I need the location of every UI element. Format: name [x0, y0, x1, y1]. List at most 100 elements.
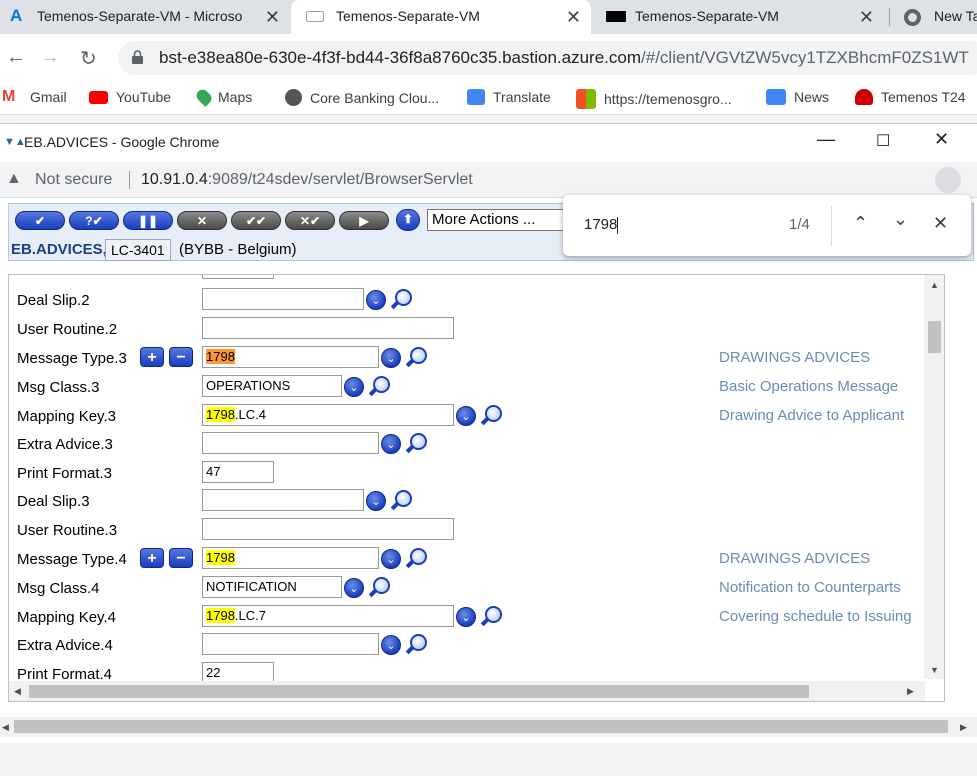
maximize-icon[interactable]: ☐ — [876, 131, 890, 151]
youtube-icon — [89, 90, 108, 104]
extra-advice-input[interactable] — [202, 633, 379, 655]
scroll-up-icon[interactable]: ▲ — [930, 280, 939, 290]
authorise-button[interactable]: ✔✔ — [231, 211, 281, 230]
user-routine-input[interactable] — [202, 518, 454, 540]
scroll-left-icon[interactable]: ◀ — [2, 722, 9, 733]
page-horizontal-scrollbar[interactable]: ◀ ▶ — [0, 717, 977, 737]
microsoft-icon — [576, 89, 596, 109]
previous-match-icon[interactable]: ⌃ — [853, 213, 868, 234]
reverse-button[interactable]: ✕✔ — [285, 211, 335, 230]
field-label: Message Type.3 — [17, 350, 127, 367]
vertical-scrollbar[interactable]: ▲ ▼ — [924, 275, 944, 679]
next-button[interactable]: ▶ — [339, 211, 389, 230]
scrollbar-thumb[interactable] — [14, 720, 948, 733]
hold-button[interactable]: ❚❚ — [123, 211, 173, 230]
user-routine-input[interactable] — [202, 317, 454, 339]
bookmark-gmail[interactable]: M Gmail — [2, 89, 67, 106]
search-icon[interactable] — [405, 547, 430, 569]
dropdown-icon[interactable]: ⌄ — [381, 348, 401, 368]
lock-icon — [132, 50, 143, 64]
horizontal-scrollbar[interactable]: ◀ ▶ — [9, 681, 925, 701]
form-row: Msg Class.3 OPERATIONS ⌄ Basic Operation… — [9, 375, 921, 399]
expand-button[interactable]: + — [140, 548, 164, 568]
more-actions-select[interactable]: More Actions ... — [427, 209, 567, 231]
scroll-right-icon[interactable]: ▶ — [960, 722, 967, 733]
google-lens-icon[interactable] — [935, 167, 961, 193]
bookmark-youtube[interactable]: YouTube — [89, 89, 171, 105]
address-bar[interactable]: bst-e38ea80e-630e-4f3f-bd44-36f8a8760c35… — [118, 41, 977, 75]
close-icon[interactable]: ✕ — [265, 7, 280, 28]
scroll-down-icon[interactable]: ▼ — [930, 665, 939, 675]
tab-remote-desktop[interactable]: Temenos-Separate-VM ✕ — [291, 0, 591, 34]
close-icon[interactable]: ✕ — [566, 7, 581, 28]
scroll-right-icon[interactable]: ▶ — [907, 686, 914, 697]
field-label: Extra Advice.4 — [17, 637, 113, 654]
dropdown-icon[interactable]: ⌄ — [366, 290, 386, 310]
search-icon[interactable] — [405, 346, 430, 368]
bookmark-core-banking[interactable]: Core Banking Clou... — [285, 89, 439, 106]
scroll-left-icon[interactable]: ◀ — [14, 686, 21, 697]
validate-button[interactable]: ?✔ — [69, 211, 119, 230]
reload-icon[interactable]: ↻ — [80, 46, 97, 71]
extra-advice-input[interactable] — [202, 432, 379, 454]
search-icon[interactable] — [480, 404, 505, 426]
scrollbar-thumb[interactable] — [928, 321, 941, 353]
message-type-input[interactable]: 1798 — [202, 547, 379, 569]
dropdown-icon[interactable]: ⌄ — [381, 434, 401, 454]
collapse-button[interactable]: − — [169, 548, 193, 568]
field-description: Covering schedule to Issuing — [719, 608, 912, 625]
mapping-key-input[interactable]: 1798.LC.7 — [202, 605, 454, 627]
dropdown-icon[interactable]: ⌄ — [381, 635, 401, 655]
search-icon[interactable] — [368, 576, 393, 598]
close-icon[interactable]: ✕ — [933, 213, 948, 234]
collapse-button[interactable]: − — [169, 347, 193, 367]
search-icon[interactable] — [390, 489, 415, 511]
search-icon[interactable] — [368, 375, 393, 397]
search-icon[interactable] — [480, 605, 505, 627]
deal-slip-input[interactable] — [202, 489, 364, 511]
tab-azure[interactable]: A Temenos-Separate-VM - Microso ✕ — [0, 0, 290, 34]
field-label: Msg Class.4 — [17, 580, 100, 597]
search-icon[interactable] — [405, 432, 430, 454]
tab-terminal[interactable]: Temenos-Separate-VM ✕ — [592, 0, 888, 34]
deal-slip-input[interactable] — [202, 288, 364, 310]
upload-button[interactable]: ⬆ — [396, 209, 420, 231]
bookmark-temenos-t24[interactable]: Temenos T24 — [855, 89, 966, 105]
close-icon[interactable]: ✕ — [859, 7, 874, 28]
dropdown-icon[interactable]: ⌄ — [344, 377, 364, 397]
bookmark-news[interactable]: News — [766, 89, 829, 105]
print-format-input[interactable]: 47 — [202, 461, 274, 483]
forward-icon[interactable]: → — [40, 46, 60, 69]
next-match-icon[interactable]: ⌄ — [893, 209, 908, 230]
tab-new[interactable]: New Ta — [893, 0, 977, 34]
dropdown-icon[interactable]: ⌄ — [381, 549, 401, 569]
dropdown-icon[interactable]: ⌄ — [456, 607, 476, 627]
bookmark-label: YouTube — [116, 89, 172, 105]
commit-button[interactable]: ✔ — [15, 211, 65, 230]
msg-class-input[interactable]: NOTIFICATION — [202, 576, 342, 598]
form-row: User Routine.2 — [9, 317, 921, 341]
delete-button[interactable]: ✕ — [177, 211, 227, 230]
bookmark-translate[interactable]: Translate — [467, 89, 551, 105]
field-label: Mapping Key.3 — [17, 408, 116, 425]
minimize-icon[interactable]: — — [817, 129, 835, 150]
dropdown-icon[interactable]: ⌄ — [344, 578, 364, 598]
scrollbar-thumb[interactable] — [29, 685, 809, 698]
popup-address-bar[interactable]: ▲ Not secure 10.91.0.4:9089/t24sdev/serv… — [0, 162, 977, 198]
partial-input[interactable] — [202, 275, 274, 279]
message-type-input[interactable]: 1798 — [202, 346, 379, 368]
expand-button[interactable]: + — [140, 347, 164, 367]
find-input[interactable]: 1798 — [584, 216, 619, 234]
search-icon[interactable] — [390, 288, 415, 310]
msg-class-input[interactable]: OPERATIONS — [202, 375, 342, 397]
news-icon — [766, 89, 786, 105]
mapping-key-input[interactable]: 1798.LC.4 — [202, 404, 454, 426]
field-label: Print Format.3 — [17, 465, 113, 482]
bookmark-maps[interactable]: Maps — [194, 87, 252, 107]
back-icon[interactable]: ← — [6, 46, 26, 69]
search-icon[interactable] — [405, 633, 430, 655]
dropdown-icon[interactable]: ⌄ — [456, 406, 476, 426]
dropdown-icon[interactable]: ⌄ — [366, 491, 386, 511]
close-icon[interactable]: ✕ — [934, 129, 949, 150]
bookmark-temenos-group[interactable]: https://temenosgro... — [576, 89, 732, 109]
